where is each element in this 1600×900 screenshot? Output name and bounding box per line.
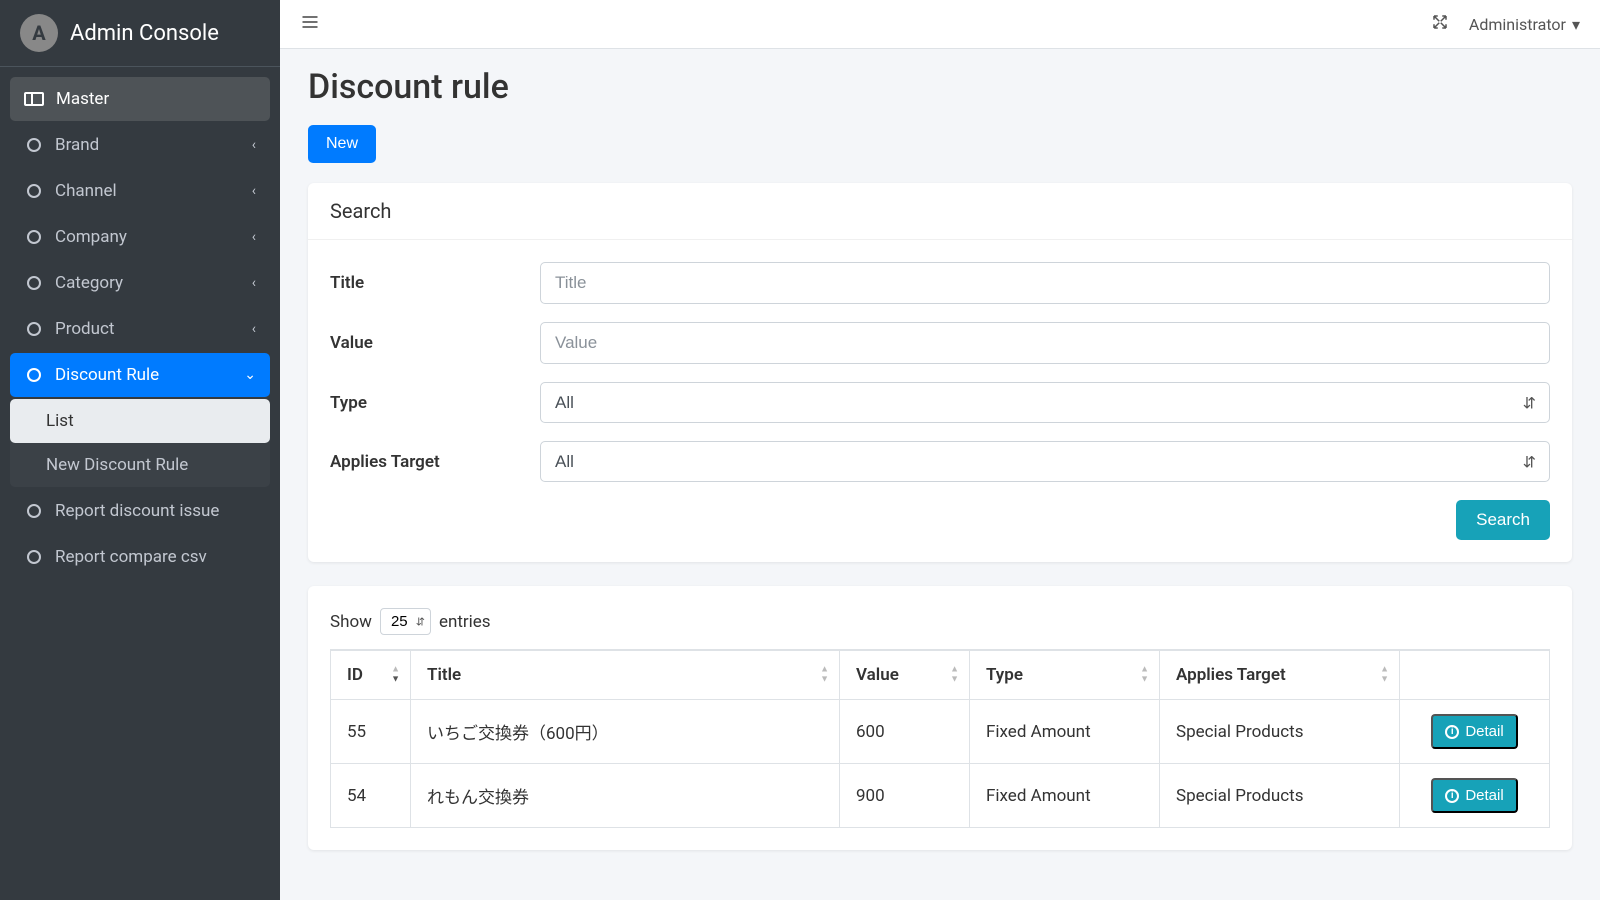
sidebar-label: Report compare csv xyxy=(55,547,207,567)
user-menu[interactable]: Administrator ▾ xyxy=(1469,15,1580,34)
chevron-left-icon: ‹ xyxy=(252,229,256,245)
sidebar-label: Company xyxy=(55,227,127,247)
chevron-left-icon: ‹ xyxy=(252,275,256,291)
sidebar: A Admin Console Master Brand ‹ Channel ‹… xyxy=(0,0,280,900)
cell-id: 54 xyxy=(331,764,411,828)
sidebar-label-master: Master xyxy=(56,89,109,109)
table-row: 54 れもん交換券 900 Fixed Amount Special Produ… xyxy=(331,764,1550,828)
search-panel-title: Search xyxy=(308,183,1572,240)
circle-icon xyxy=(27,184,41,198)
applies-target-label: Applies Target xyxy=(330,452,540,472)
sidebar-label: Brand xyxy=(55,135,99,155)
sidebar-subitem-list[interactable]: List xyxy=(10,399,270,443)
circle-icon xyxy=(27,276,41,290)
info-icon: i xyxy=(1445,789,1459,803)
col-id[interactable]: ID ▲▼ xyxy=(331,650,411,700)
sidebar-label: Discount Rule xyxy=(55,365,159,385)
chevron-left-icon: ‹ xyxy=(252,137,256,153)
applies-target-select[interactable]: All xyxy=(540,441,1550,482)
user-label: Administrator xyxy=(1469,15,1566,34)
page-size-select[interactable]: 25 xyxy=(380,608,431,635)
cell-title: いちご交換券（600円） xyxy=(411,700,840,764)
title-input[interactable] xyxy=(540,262,1550,304)
sidebar-item-report-compare-csv[interactable]: Report compare csv xyxy=(10,535,270,579)
title-label: Title xyxy=(330,273,540,293)
type-select[interactable]: All xyxy=(540,382,1550,423)
sidebar-item-master[interactable]: Master xyxy=(10,77,270,121)
master-icon xyxy=(24,92,44,106)
brand-title: Admin Console xyxy=(70,21,219,46)
col-value[interactable]: Value ▲▼ xyxy=(840,650,970,700)
circle-icon xyxy=(27,322,41,336)
sort-icon: ▲▼ xyxy=(391,666,400,685)
brand-header[interactable]: A Admin Console xyxy=(0,0,280,67)
sidebar-label: Report discount issue xyxy=(55,501,219,521)
results-table: ID ▲▼ Title ▲▼ Value ▲▼ xyxy=(330,649,1550,828)
sidebar-submenu-discount: List New Discount Rule xyxy=(10,399,270,487)
sidebar-subitem-new-discount[interactable]: New Discount Rule xyxy=(10,443,270,487)
cell-id: 55 xyxy=(331,700,411,764)
sidebar-item-discount-rule[interactable]: Discount Rule ⌄ xyxy=(10,353,270,397)
sidebar-item-channel[interactable]: Channel ‹ xyxy=(10,169,270,213)
sort-icon: ▲▼ xyxy=(1140,666,1149,685)
cell-applies: Special Products xyxy=(1160,764,1400,828)
search-panel: Search Title Value Type All xyxy=(308,183,1572,562)
cell-applies: Special Products xyxy=(1160,700,1400,764)
sidebar-item-report-discount-issue[interactable]: Report discount issue xyxy=(10,489,270,533)
col-applies[interactable]: Applies Target ▲▼ xyxy=(1160,650,1400,700)
circle-icon xyxy=(27,230,41,244)
fullscreen-icon[interactable] xyxy=(1431,13,1449,35)
detail-button[interactable]: i Detail xyxy=(1431,714,1517,749)
page-title: Discount rule xyxy=(308,67,1572,107)
sidebar-item-brand[interactable]: Brand ‹ xyxy=(10,123,270,167)
new-button[interactable]: New xyxy=(308,125,376,163)
cell-value: 900 xyxy=(840,764,970,828)
value-label: Value xyxy=(330,333,540,353)
topbar: Administrator ▾ xyxy=(280,0,1600,49)
cell-title: れもん交換券 xyxy=(411,764,840,828)
brand-logo: A xyxy=(20,14,58,52)
cell-type: Fixed Amount xyxy=(970,764,1160,828)
col-type[interactable]: Type ▲▼ xyxy=(970,650,1160,700)
show-suffix: entries xyxy=(439,612,491,632)
circle-icon xyxy=(27,504,41,518)
show-prefix: Show xyxy=(330,612,372,632)
sort-icon: ▲▼ xyxy=(820,666,829,685)
sidebar-label: Channel xyxy=(55,181,117,201)
circle-icon xyxy=(27,138,41,152)
info-icon: i xyxy=(1445,725,1459,739)
sidebar-item-company[interactable]: Company ‹ xyxy=(10,215,270,259)
col-actions xyxy=(1400,650,1550,700)
sort-icon: ▲▼ xyxy=(1380,666,1389,685)
table-row: 55 いちご交換券（600円） 600 Fixed Amount Special… xyxy=(331,700,1550,764)
type-label: Type xyxy=(330,393,540,413)
cell-value: 600 xyxy=(840,700,970,764)
chevron-left-icon: ‹ xyxy=(252,183,256,199)
sidebar-nav: Master Brand ‹ Channel ‹ Company ‹ Categ… xyxy=(0,67,280,591)
hamburger-icon[interactable] xyxy=(300,12,320,36)
caret-down-icon: ▾ xyxy=(1572,15,1580,34)
detail-button[interactable]: i Detail xyxy=(1431,778,1517,813)
value-input[interactable] xyxy=(540,322,1550,364)
chevron-down-icon: ⌄ xyxy=(244,367,256,383)
sort-icon: ▲▼ xyxy=(950,666,959,685)
results-panel: Show 25 ⇵ entries xyxy=(308,586,1572,850)
circle-icon xyxy=(27,368,41,382)
col-title[interactable]: Title ▲▼ xyxy=(411,650,840,700)
chevron-left-icon: ‹ xyxy=(252,321,256,337)
sidebar-label: Category xyxy=(55,273,123,293)
sidebar-item-product[interactable]: Product ‹ xyxy=(10,307,270,351)
sidebar-item-category[interactable]: Category ‹ xyxy=(10,261,270,305)
main-content: Administrator ▾ Discount rule New Search… xyxy=(280,0,1600,900)
sidebar-label: Product xyxy=(55,319,114,339)
cell-type: Fixed Amount xyxy=(970,700,1160,764)
search-button[interactable]: Search xyxy=(1456,500,1550,540)
circle-icon xyxy=(27,550,41,564)
